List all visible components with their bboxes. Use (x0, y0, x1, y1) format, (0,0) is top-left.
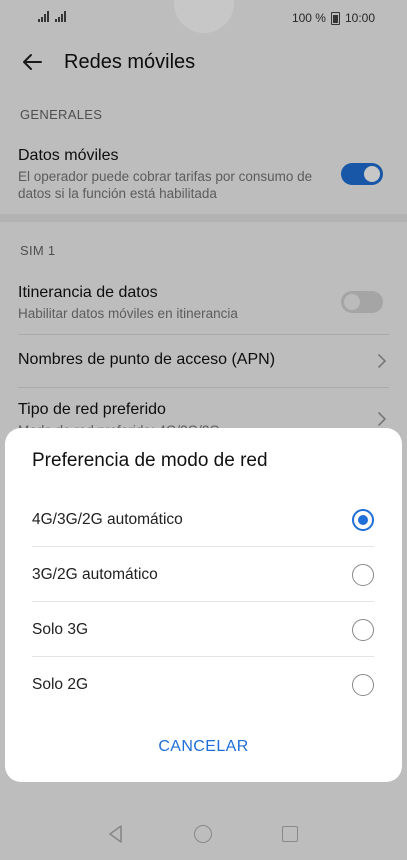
option-label: 3G/2G automático (32, 565, 158, 583)
option-label: 4G/3G/2G automático (32, 510, 183, 528)
radio-icon[interactable] (352, 563, 374, 586)
radio-icon[interactable] (352, 618, 374, 641)
option-3g-2g[interactable]: 3G/2G automático (32, 547, 374, 602)
nav-recent-apps-icon[interactable] (282, 826, 298, 842)
cancel-button[interactable]: CANCELAR (5, 738, 402, 756)
radio-selected-icon[interactable] (352, 508, 374, 531)
option-label: Solo 2G (32, 675, 89, 693)
radio-icon[interactable] (352, 673, 374, 696)
network-mode-dialog: Preferencia de modo de red 4G/3G/2G auto… (5, 428, 402, 782)
option-label: Solo 3G (32, 620, 89, 638)
nav-back-icon[interactable] (106, 824, 126, 844)
dialog-title: Preferencia de modo de red (32, 450, 268, 471)
option-3g-only[interactable]: Solo 3G (32, 602, 374, 657)
option-4g-3g-2g[interactable]: 4G/3G/2G automático (32, 492, 374, 547)
navigation-bar (0, 808, 407, 860)
option-2g-only[interactable]: Solo 2G (32, 657, 374, 712)
nav-home-icon[interactable] (194, 825, 212, 843)
screen: 100 % 10:00 Redes móviles GENERALES Dato… (0, 0, 407, 860)
